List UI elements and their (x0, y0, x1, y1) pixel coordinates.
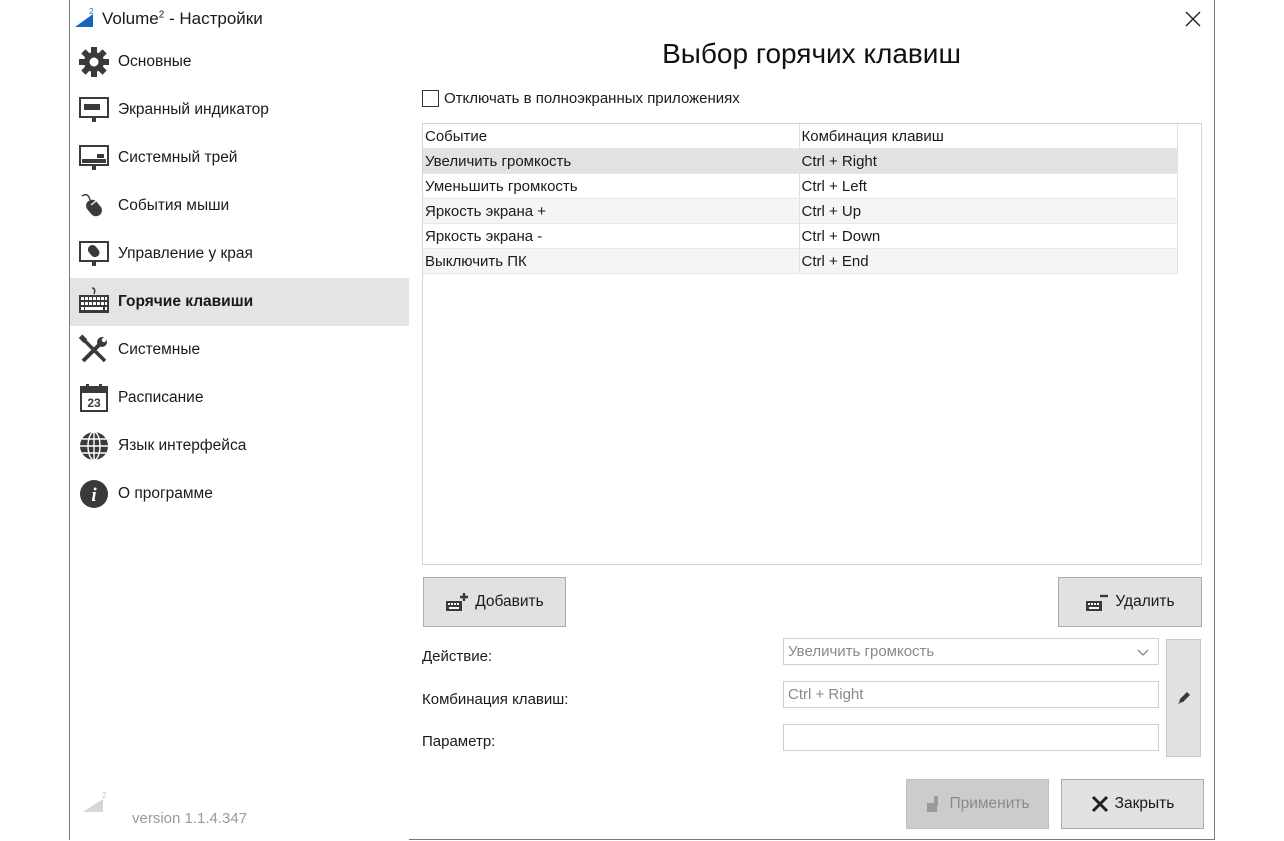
action-select-value: Увеличить громкость (788, 643, 935, 660)
combination-cell: Ctrl + End (799, 248, 1178, 274)
keyboard-remove-icon (1085, 592, 1109, 612)
globe-icon (78, 430, 110, 462)
combination-field[interactable]: Ctrl + Right (783, 681, 1159, 708)
chevron-down-icon (1137, 649, 1149, 656)
parameter-field[interactable] (783, 724, 1159, 751)
add-hotkey-button[interactable]: Добавить (423, 577, 566, 627)
action-select[interactable]: Увеличить громкость (783, 638, 1159, 665)
table-row[interactable]: Уменьшить громкость Ctrl + Left (423, 173, 1178, 199)
sidebar-item-label: Системные (118, 341, 201, 358)
table-row[interactable]: Яркость экрана + Ctrl + Up (423, 198, 1178, 224)
event-cell: Яркость экрана - (423, 223, 800, 249)
event-cell: Уменьшить громкость (423, 173, 800, 199)
table-header-row: Событие Комбинация клавиш (423, 124, 1178, 149)
sidebar-item-label: Управление у края (118, 245, 253, 262)
page-title: Выбор горячих клавиш (662, 38, 961, 69)
combination-cell: Ctrl + Right (799, 148, 1178, 174)
add-button-label: Добавить (475, 593, 544, 610)
combination-field-value: Ctrl + Right (788, 686, 864, 703)
monitor-indicator-icon (78, 94, 110, 126)
apply-button-label: Применить (949, 795, 1030, 812)
checkbox-label: Отключать в полноэкранных приложениях (444, 90, 740, 107)
sidebar-item-hotkeys[interactable]: Горячие клавиши (70, 278, 409, 326)
svg-text:i: i (91, 485, 97, 506)
sidebar-item-mouse-events[interactable]: События мыши (70, 182, 409, 230)
sidebar-item-label: Язык интерфейса (118, 437, 247, 454)
close-window-button[interactable] (1178, 4, 1208, 34)
hotkeys-table[interactable]: Событие Комбинация клавиш Увеличить гром… (422, 123, 1202, 565)
delete-button-label: Удалить (1115, 593, 1175, 610)
sidebar: Основные Экранный индикатор Системный тр… (70, 38, 409, 840)
edit-hotkey-button[interactable] (1166, 639, 1201, 757)
monitor-tray-icon (78, 142, 110, 174)
combination-cell: Ctrl + Down (799, 223, 1178, 249)
apply-icon (925, 795, 943, 813)
info-icon: i (78, 478, 110, 510)
event-cell: Увеличить громкость (423, 148, 800, 174)
sidebar-item-label: Горячие клавиши (118, 293, 254, 310)
checkbox-box[interactable] (422, 90, 439, 107)
combination-cell: Ctrl + Left (799, 173, 1178, 199)
window-title: Volume2 - Настройки (102, 9, 263, 28)
monitor-mouse-icon (78, 238, 110, 270)
event-cell: Яркость экрана + (423, 198, 800, 224)
volume2-logo-icon: 2 (75, 8, 94, 27)
sidebar-item-system[interactable]: Системные (70, 326, 409, 374)
column-header-combination[interactable]: Комбинация клавиш (799, 124, 1178, 149)
fullscreen-disable-checkbox[interactable]: Отключать в полноэкранных приложениях (422, 90, 740, 107)
volume2-logo-icon: 2 (83, 791, 107, 812)
close-button[interactable]: Закрыть (1061, 779, 1204, 829)
close-button-label: Закрыть (1114, 795, 1175, 812)
sidebar-item-label: Основные (118, 53, 192, 70)
sidebar-item-language[interactable]: Язык интерфейса (70, 422, 409, 470)
title-bar[interactable]: 2 Volume2 - Настройки (70, 0, 1214, 38)
column-header-event[interactable]: Событие (423, 124, 800, 149)
apply-button[interactable]: Применить (906, 779, 1049, 829)
table-row[interactable]: Яркость экрана - Ctrl + Down (423, 223, 1178, 249)
combination-cell: Ctrl + Up (799, 198, 1178, 224)
parameter-label: Параметр: (422, 733, 496, 750)
delete-hotkey-button[interactable]: Удалить (1058, 577, 1202, 627)
combination-label: Комбинация клавиш: (422, 691, 569, 708)
gear-icon (78, 46, 110, 78)
svg-text:2: 2 (102, 791, 107, 800)
keyboard-add-icon (445, 592, 469, 612)
sidebar-item-screen-edge[interactable]: Управление у края (70, 230, 409, 278)
table-row[interactable]: Выключить ПК Ctrl + End (423, 248, 1178, 274)
sidebar-item-label: Расписание (118, 389, 204, 406)
tools-icon (78, 334, 110, 366)
keyboard-icon (78, 286, 110, 318)
svg-text:2: 2 (89, 8, 94, 16)
sidebar-item-label: События мыши (118, 197, 230, 214)
svg-text:23: 23 (87, 396, 101, 410)
mouse-icon (78, 190, 110, 222)
sidebar-item-label: О программе (118, 485, 213, 502)
calendar-icon: 23 (78, 382, 110, 414)
close-x-icon (1091, 795, 1109, 813)
action-label: Действие: (422, 648, 493, 665)
sidebar-item-about[interactable]: i О программе (70, 470, 409, 518)
version-label: version 1.1.4.347 (132, 810, 248, 827)
event-cell: Выключить ПК (423, 248, 800, 274)
close-icon (1185, 11, 1201, 27)
sidebar-item-general[interactable]: Основные (70, 38, 409, 86)
sidebar-item-label: Экранный индикатор (118, 101, 269, 118)
main-panel: Выбор горячих клавиш Отключать в полноэк… (409, 38, 1216, 840)
settings-window: 2 Volume2 - Настройки Основные Экранный … (69, 0, 1215, 840)
sidebar-item-screen-indicator[interactable]: Экранный индикатор (70, 86, 409, 134)
sidebar-item-system-tray[interactable]: Системный трей (70, 134, 409, 182)
sidebar-item-label: Системный трей (118, 149, 238, 166)
table-row[interactable]: Увеличить громкость Ctrl + Right (423, 148, 1178, 174)
pencil-icon (1177, 692, 1190, 704)
sidebar-item-schedule[interactable]: 23 Расписание (70, 374, 409, 422)
